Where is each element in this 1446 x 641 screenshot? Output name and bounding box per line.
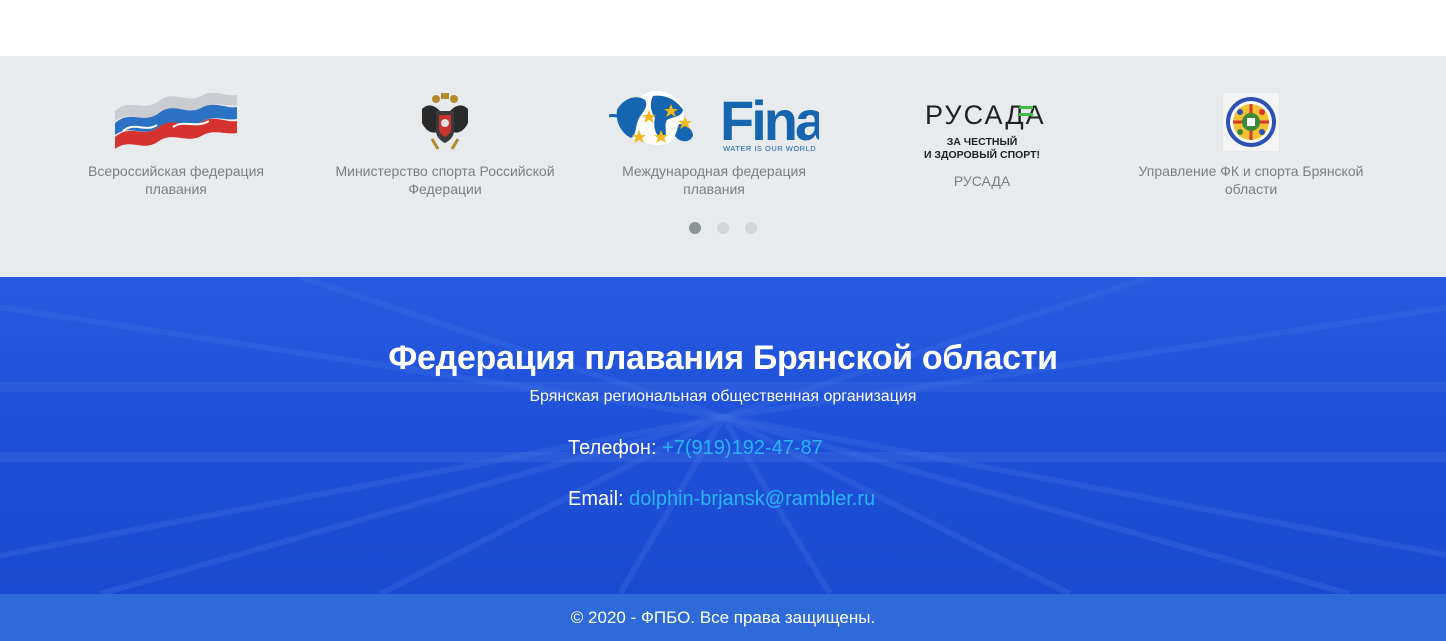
double-headed-eagle-emblem-icon	[325, 88, 565, 156]
partner-bryansk-sport[interactable]: Управление ФК и спорта Брянской области	[1131, 88, 1371, 198]
rusada-logo-icon: РУСАДА ЗА ЧЕСТНЫЙ И ЗДОРОВЫЙ СПОРТ!	[862, 88, 1102, 166]
email-label: Email:	[568, 488, 624, 510]
email-link[interactable]: dolphin-brjansk@rambler.ru	[629, 488, 875, 510]
footer-contacts: Федерация плавания Брянской области Брян…	[0, 277, 1446, 594]
org-title: Федерация плавания Брянской области	[388, 339, 1058, 377]
partner-fina[interactable]: Fina WATER IS OUR WORLD Международная фе…	[594, 88, 834, 198]
rusada-slogan-line1: ЗА ЧЕСТНЫЙ	[947, 135, 1018, 148]
carousel-pagination	[0, 222, 1446, 234]
phone-label: Телефон:	[568, 437, 657, 459]
phone-line: Телефон: +7(919)192-47-87	[568, 435, 1446, 461]
partner-vfp[interactable]: Всероссийская федерация плавания	[56, 88, 296, 198]
carousel-dot-2[interactable]	[717, 222, 729, 234]
fina-wordmark: Fina	[720, 90, 819, 152]
top-blank-area	[0, 0, 1446, 56]
copyright-bar: © 2020 - ФПБО. Все права защищены.	[0, 594, 1446, 641]
partner-caption: Министерство спорта Российской Федерации	[335, 163, 555, 197]
bryansk-sport-emblem-icon	[1131, 88, 1371, 156]
partner-caption: Международная федерация плавания	[622, 163, 806, 197]
copyright-text: © 2020 - ФПБО. Все права защищены.	[570, 608, 876, 627]
vfp-flag-waves-logo-icon	[56, 88, 296, 156]
partners-carousel: Всероссийская федерация плавания Министе…	[0, 56, 1446, 277]
partner-minsport[interactable]: Министерство спорта Российской Федерации	[325, 88, 565, 198]
partner-caption: Всероссийская федерация плавания	[88, 163, 264, 197]
org-subtitle: Брянская региональная общественная орган…	[529, 388, 917, 405]
phone-link[interactable]: +7(919)192-47-87	[662, 437, 823, 459]
fina-globe-logo-icon: Fina WATER IS OUR WORLD	[594, 88, 834, 156]
carousel-dot-3[interactable]	[745, 222, 757, 234]
partner-caption: РУСАДА	[953, 173, 1011, 189]
partner-caption: Управление ФК и спорта Брянской области	[1138, 163, 1364, 197]
carousel-dot-1[interactable]	[689, 222, 701, 234]
partner-rusada[interactable]: РУСАДА ЗА ЧЕСТНЫЙ И ЗДОРОВЫЙ СПОРТ! РУСА…	[862, 88, 1102, 190]
rusada-slogan-line2: И ЗДОРОВЫЙ СПОРТ!	[924, 148, 1040, 161]
fina-tagline: WATER IS OUR WORLD	[723, 144, 816, 153]
email-line: Email: dolphin-brjansk@rambler.ru	[568, 486, 1446, 512]
